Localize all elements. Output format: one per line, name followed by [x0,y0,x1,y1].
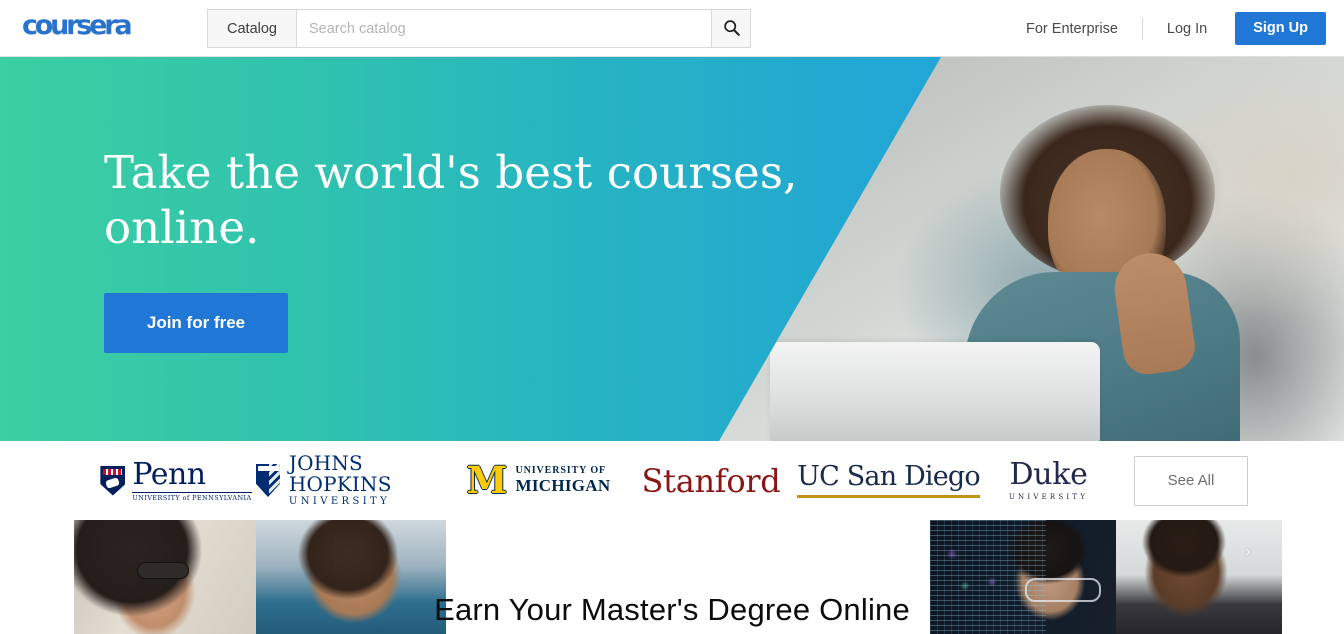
stanford-name: Stanford [641,461,781,500]
carousel-next-arrow-icon[interactable]: › [1240,544,1256,560]
site-header: coursera Catalog For Enterprise Log In S… [0,0,1344,57]
partner-logo-uc-san-diego[interactable]: UC San Diego [796,463,981,498]
catalog-search-bar: Catalog [207,9,751,48]
duke-subtitle: UNIVERSITY [1008,493,1089,501]
promo-banner[interactable]: Earn Your Master's Degree Online [0,520,1344,634]
hero-section: Take the world's best courses, online. J… [0,57,1344,441]
partner-logo-michigan[interactable]: M UNIVERSITY OF MICHIGAN [451,457,626,502]
coursera-logo[interactable]: coursera [22,10,133,41]
logo-text: coursera [22,10,133,41]
penn-shield-icon [100,465,126,496]
hero-headline-line-2: online. [104,200,260,254]
partner-logo-duke[interactable]: Duke UNIVERSITY [981,460,1116,501]
uc-san-diego-rule [797,495,980,498]
hero-headline-line-1: Take the world's best courses, [104,146,798,199]
for-enterprise-link[interactable]: For Enterprise [1026,21,1118,37]
log-in-link[interactable]: Log In [1167,21,1207,37]
promo-banner-photos-left [74,520,446,634]
partner-logo-stanford[interactable]: Stanford [626,462,796,500]
hero-headline: Take the world's best courses, online. [104,146,804,256]
uc-san-diego-name: UC San Diego [797,461,981,492]
partner-logo-johns-hopkins[interactable]: JOHNS HOPKINS UNIVERSITY [256,453,451,508]
johns-hopkins-subtitle: UNIVERSITY [288,496,391,508]
michigan-block-m-icon: M [466,457,508,502]
search-icon [723,19,740,39]
partner-logo-row: Penn UNIVERSITY of PENNSYLVANIA JOHNS HO… [0,441,1344,520]
johns-hopkins-name: JOHNS HOPKINS [288,451,392,497]
promo-photo-smiling-man-in-suit [1116,520,1282,634]
johns-hopkins-wordmark: JOHNS HOPKINS UNIVERSITY [289,453,451,508]
promo-photo-woman-with-sunglasses [74,520,256,634]
see-all-button[interactable]: See All [1134,455,1248,506]
johns-hopkins-shield-icon [256,464,280,497]
promo-photo-person-with-glasses-and-code [930,520,1116,634]
penn-name: Penn [132,456,206,492]
partner-logo-penn[interactable]: Penn UNIVERSITY of PENNSYLVANIA [96,456,256,502]
catalog-label: Catalog [227,20,277,37]
uc-san-diego-wordmark: UC San Diego [797,461,981,498]
search-submit-button[interactable] [711,10,750,47]
duke-wordmark: Duke UNIVERSITY [1009,460,1088,501]
penn-subtitle: UNIVERSITY of PENNSYLVANIA [132,491,252,502]
promo-banner-center-backdrop [446,520,930,634]
search-input[interactable] [297,10,711,47]
coursera-homepage: coursera Catalog For Enterprise Log In S… [0,0,1344,634]
catalog-dropdown-button[interactable]: Catalog [208,10,297,47]
nav-divider [1141,17,1143,40]
hero-photo-laptop [770,342,1100,441]
promo-banner-photos-right [930,520,1282,634]
header-nav: For Enterprise Log In Sign Up [1026,0,1326,57]
promo-photo-smiling-man-in-blue-blazer [256,520,446,634]
sign-up-button[interactable]: Sign Up [1235,12,1326,45]
join-for-free-button[interactable]: Join for free [104,293,288,353]
michigan-name: MICHIGAN [515,475,611,495]
michigan-wordmark: UNIVERSITY OF MICHIGAN [516,466,611,494]
penn-wordmark: Penn UNIVERSITY of PENNSYLVANIA [132,456,252,502]
duke-name: Duke [1009,457,1088,492]
